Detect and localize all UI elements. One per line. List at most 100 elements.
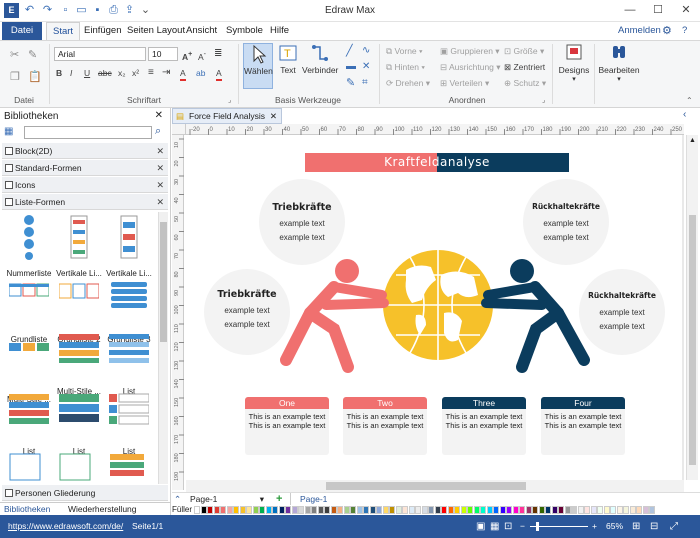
group-button[interactable]: ▣ Gruppieren ▾	[440, 45, 500, 57]
paste-icon[interactable]: 📋	[28, 71, 42, 83]
strikethrough-icon[interactable]: abc	[98, 67, 112, 79]
color-swatch[interactable]	[363, 506, 369, 514]
drawing-canvas[interactable]: Kraftfeldanalyse Triebkräfte example tex…	[186, 135, 684, 480]
bring-front-button[interactable]: ⧉ Vorne ▾	[386, 45, 423, 57]
shape-item[interactable]: List	[102, 392, 156, 456]
minimize-button[interactable]: —	[616, 2, 644, 18]
color-swatch[interactable]	[356, 506, 363, 514]
color-swatch[interactable]	[213, 506, 220, 514]
close-button[interactable]: ✕	[672, 2, 700, 18]
color-swatch[interactable]	[233, 506, 239, 514]
category-people-outline[interactable]: Personen Gliederung	[2, 485, 168, 501]
shape-item[interactable]: Vertikale Li...	[102, 214, 156, 278]
close-category-icon[interactable]: ✕	[156, 143, 164, 159]
close-document-icon[interactable]: ✕	[270, 109, 277, 123]
shape-item[interactable]: List	[52, 392, 106, 456]
color-swatch[interactable]	[519, 506, 525, 514]
close-category-icon[interactable]: ✕	[156, 160, 164, 176]
category-checkbox[interactable]	[5, 164, 13, 172]
underline-icon[interactable]: U	[84, 67, 90, 79]
collapse-ribbon-icon[interactable]: ⌃	[686, 95, 693, 107]
color-swatch[interactable]	[590, 506, 597, 514]
color-swatch[interactable]	[649, 506, 655, 514]
color-swatch[interactable]	[291, 506, 298, 514]
color-swatch[interactable]	[311, 506, 317, 514]
category-standard-shapes[interactable]: Standard-Formen ✕	[2, 160, 168, 176]
list-icon[interactable]: ≣	[214, 48, 222, 60]
color-swatch[interactable]	[564, 506, 571, 514]
color-swatch[interactable]	[226, 506, 233, 514]
category-checkbox[interactable]	[5, 489, 13, 497]
color-swatch[interactable]	[486, 506, 493, 514]
horizontal-scroll-thumb[interactable]	[326, 482, 526, 490]
color-swatch[interactable]	[538, 506, 545, 514]
shape-item[interactable]: List	[102, 332, 156, 396]
fit-width-icon[interactable]: ⊟	[650, 515, 658, 538]
color-swatch[interactable]	[389, 506, 395, 514]
curve-tool-icon[interactable]: ∿	[362, 45, 370, 57]
color-swatch[interactable]	[629, 506, 636, 514]
connector-button[interactable]: Verbinder	[302, 43, 338, 89]
color-swatch[interactable]	[577, 506, 584, 514]
tab-symbols[interactable]: Symbole	[220, 22, 269, 40]
color-swatch[interactable]	[603, 506, 610, 514]
category-list-shapes[interactable]: Liste-Formen ✕	[2, 194, 168, 210]
color-swatch[interactable]	[447, 506, 454, 514]
library-scrollbar[interactable]	[158, 212, 168, 484]
color-swatch[interactable]	[421, 506, 428, 514]
shape-item[interactable]: List	[2, 392, 56, 456]
presentation-icon[interactable]: ⊡	[504, 515, 512, 538]
zoom-in-icon[interactable]: +	[592, 515, 597, 538]
color-swatch[interactable]	[252, 506, 259, 514]
text-color-icon[interactable]: A	[216, 67, 222, 81]
zoom-slider[interactable]	[530, 522, 588, 531]
size-button[interactable]: ⊡ Größe ▾	[504, 45, 544, 57]
color-swatch[interactable]	[493, 506, 499, 514]
fit-page-icon[interactable]: ⊞	[632, 515, 640, 538]
color-swatch[interactable]	[330, 506, 337, 514]
shape-item[interactable]: Vertikale Li...	[52, 214, 106, 278]
rectangle-tool-icon[interactable]: ▬	[346, 61, 356, 73]
search-icon[interactable]: ⌕	[155, 125, 161, 138]
scroll-up-icon[interactable]: ▲	[689, 137, 696, 144]
color-swatch[interactable]	[298, 506, 304, 514]
color-swatch[interactable]	[395, 506, 402, 514]
color-swatch[interactable]	[272, 506, 278, 514]
arrange-dialog-launcher-icon[interactable]: ⌟	[542, 95, 545, 107]
color-swatch[interactable]	[499, 506, 506, 514]
grid-view-icon[interactable]: ▦	[490, 515, 499, 538]
color-swatch[interactable]	[376, 506, 382, 514]
fullscreen-icon[interactable]: ⤢	[670, 515, 678, 538]
color-swatch[interactable]	[597, 506, 603, 514]
color-swatch[interactable]	[558, 506, 564, 514]
color-swatch[interactable]	[460, 506, 467, 514]
color-swatch[interactable]	[239, 506, 246, 514]
color-swatch[interactable]	[454, 506, 460, 514]
color-swatch[interactable]	[369, 506, 376, 514]
indent-icon[interactable]: ⇥	[162, 67, 170, 79]
category-block2d[interactable]: Block(2D) ✕	[2, 143, 168, 159]
tab-start[interactable]: Start	[46, 22, 81, 40]
color-swatch[interactable]	[278, 506, 285, 514]
rotate-button[interactable]: ⟳ Drehen ▾	[386, 77, 430, 89]
grow-font-icon[interactable]: A+	[182, 48, 192, 63]
color-swatch[interactable]	[480, 506, 486, 514]
color-swatch[interactable]	[571, 506, 577, 514]
website-link[interactable]: https://www.edrawsoft.com/de/	[8, 515, 123, 538]
color-swatch[interactable]	[467, 506, 473, 514]
tab-help[interactable]: Hilfe	[264, 22, 295, 40]
italic-icon[interactable]: I	[70, 67, 72, 79]
align-button[interactable]: ⊟ Ausrichtung ▾	[440, 61, 501, 73]
library-search-input[interactable]	[24, 126, 152, 139]
category-checkbox[interactable]	[5, 181, 13, 189]
color-swatch[interactable]	[382, 506, 389, 514]
designs-button[interactable]: Designs ▾	[556, 43, 592, 99]
shape-item[interactable]: Multi-Stile ...	[52, 332, 106, 396]
align-icon[interactable]: ≡	[148, 67, 154, 79]
send-back-button[interactable]: ⧉ Hinten ▾	[386, 61, 425, 73]
library-scroll-thumb[interactable]	[160, 222, 167, 342]
color-swatch[interactable]	[441, 506, 447, 514]
color-swatch[interactable]	[636, 506, 642, 514]
font-size-select[interactable]: 10	[148, 47, 178, 61]
color-swatch[interactable]	[402, 506, 408, 514]
